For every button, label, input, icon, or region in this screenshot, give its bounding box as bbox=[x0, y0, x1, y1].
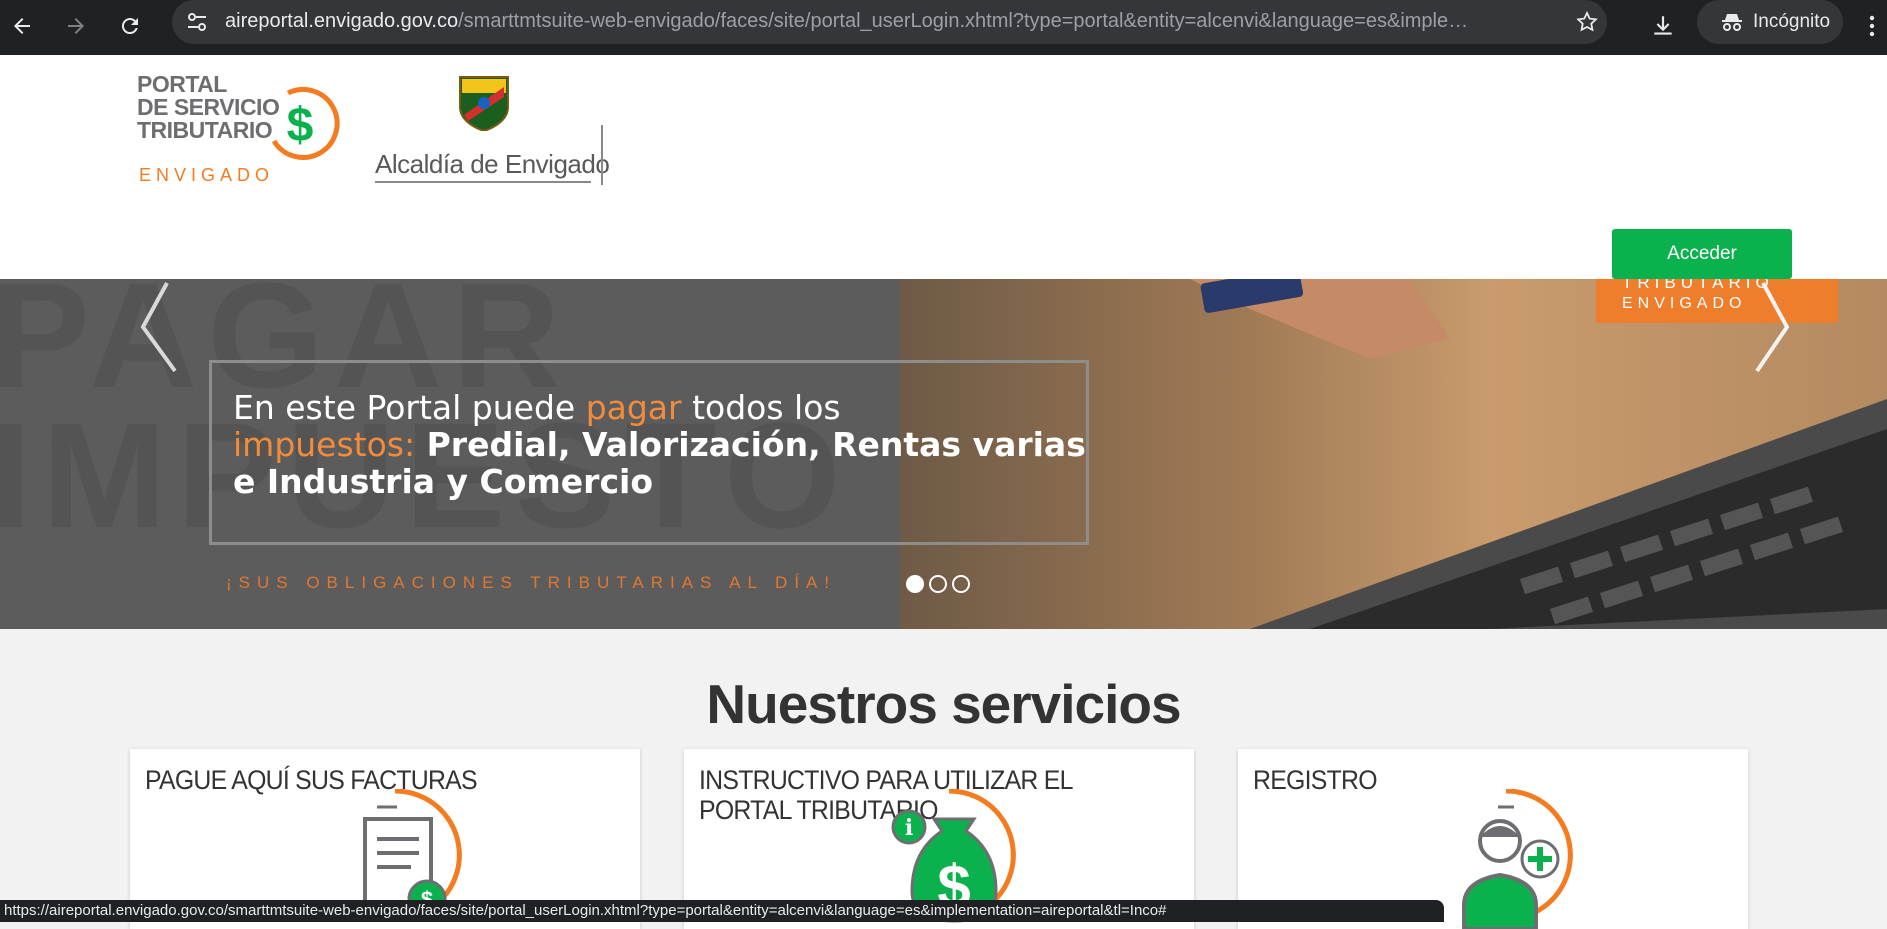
link-status-bar: https://aireportal.envigado.gov.co/smart… bbox=[0, 900, 1444, 922]
site-info-icon bbox=[188, 13, 206, 31]
incognito-icon bbox=[1722, 14, 1742, 31]
forward-button[interactable] bbox=[56, 6, 96, 46]
carousel-dot-1[interactable] bbox=[906, 575, 924, 593]
alcaldia-name: Alcaldía de Envigado bbox=[375, 149, 610, 179]
badge-bottom-text: ENVIGADO bbox=[1622, 295, 1747, 312]
carousel-dot-3[interactable] bbox=[952, 575, 970, 593]
portal-logo[interactable]: PORTAL DE SERVICIO TRIBUTARIO ENVIGADO $ bbox=[137, 71, 347, 185]
address-bar[interactable]: aireportal.envigado.gov.co/smarttmtsuite… bbox=[172, 0, 1607, 44]
user-add-icon bbox=[1462, 789, 1573, 929]
incognito-label: Incógnito bbox=[1753, 11, 1831, 32]
browser-menu-button[interactable] bbox=[1852, 6, 1887, 46]
dollar-ring-icon: $ bbox=[271, 86, 340, 160]
url-host: aireportal.envigado.gov.co bbox=[225, 10, 459, 32]
carousel-prev-icon[interactable] bbox=[137, 281, 179, 373]
reload-icon bbox=[121, 18, 138, 35]
badge-top-text: TRIBUTARIO bbox=[1622, 279, 1774, 292]
svg-text:i: i bbox=[905, 815, 913, 841]
logo-line-3: TRIBUTARIO bbox=[137, 117, 273, 143]
site-header: PORTAL DE SERVICIO TRIBUTARIO ENVIGADO $… bbox=[0, 55, 1887, 279]
url-text: aireportal.envigado.gov.co/smarttmtsuite… bbox=[225, 10, 1468, 33]
services-title: Nuestros servicios bbox=[706, 673, 1181, 735]
arrow-right-icon bbox=[68, 18, 84, 34]
hero-carousel[interactable]: PAGAR IMPUESTO TRIBUTARIO ENVIGADO En es… bbox=[0, 279, 1887, 629]
carousel-dots bbox=[906, 575, 970, 593]
incognito-indicator[interactable]: Incógnito bbox=[1697, 0, 1843, 44]
headline-pagar: pagar bbox=[585, 388, 682, 427]
status-url: https://aireportal.envigado.gov.co/smart… bbox=[4, 902, 1167, 919]
headline-part-1: En este Portal puede bbox=[233, 388, 586, 427]
back-button[interactable] bbox=[2, 6, 42, 46]
banner-headline: En este Portal puede pagar todos los imp… bbox=[233, 389, 1093, 500]
carousel-next-icon[interactable] bbox=[1753, 281, 1795, 373]
banner-tagline: ¡SUS OBLIGACIONES TRIBUTARIAS AL DÍA! bbox=[226, 573, 837, 592]
svg-text:$: $ bbox=[287, 99, 314, 152]
arrow-left-icon bbox=[14, 18, 30, 34]
headline-impuestos: impuestos: bbox=[233, 425, 416, 464]
logo-city: ENVIGADO bbox=[139, 165, 275, 185]
reload-button[interactable] bbox=[110, 6, 150, 46]
url-path: /smarttmtsuite-web-envigado/faces/site/p… bbox=[458, 10, 1469, 32]
download-icon bbox=[1654, 16, 1672, 35]
banner-orange-badge: TRIBUTARIO ENVIGADO bbox=[1596, 279, 1838, 323]
logo-divider bbox=[601, 125, 603, 185]
more-vert-icon bbox=[1869, 15, 1875, 37]
carousel-dot-2[interactable] bbox=[929, 575, 947, 593]
logo-line-2: DE SERVICIO bbox=[137, 94, 280, 120]
browser-toolbar: aireportal.envigado.gov.co/smarttmtsuite… bbox=[0, 0, 1887, 55]
downloads-button[interactable] bbox=[1643, 6, 1683, 46]
bookmark-star-icon[interactable] bbox=[1575, 10, 1599, 34]
coat-of-arms-icon bbox=[459, 76, 509, 131]
logo-line-1: PORTAL bbox=[137, 71, 227, 97]
headline-part-2: todos los bbox=[681, 388, 841, 427]
logo-underline bbox=[375, 181, 591, 183]
alcaldia-logo[interactable]: Alcaldía de Envigado bbox=[374, 75, 610, 185]
login-button[interactable]: Acceder bbox=[1612, 229, 1792, 279]
